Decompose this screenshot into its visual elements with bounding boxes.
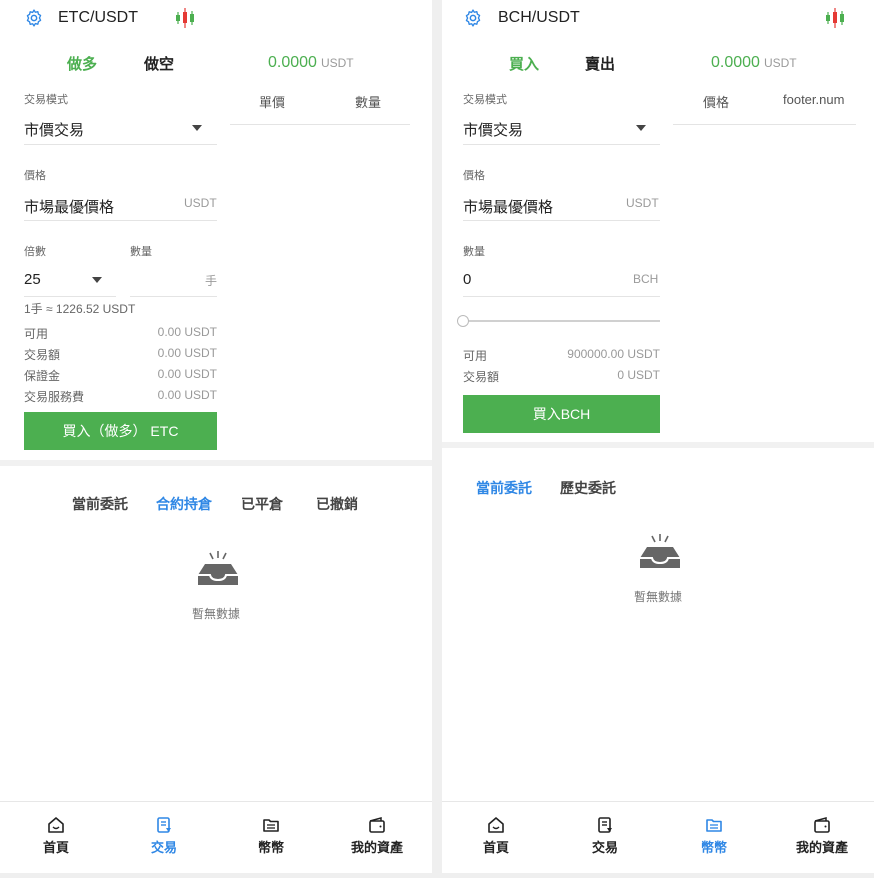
price-unit: USDT xyxy=(626,196,659,210)
book-header-qty: footer.num xyxy=(783,92,845,107)
exchange-folder-icon xyxy=(706,819,722,832)
price-input[interactable]: 市場最優價格 xyxy=(24,196,114,217)
tab-long[interactable]: 做多 xyxy=(67,53,97,74)
empty-inbox-icon xyxy=(198,551,238,585)
nav-label: 幣幣 xyxy=(257,840,284,855)
tab-short[interactable]: 做空 xyxy=(144,53,174,74)
price-label: 價格 xyxy=(24,170,46,182)
info-label: 保證金 xyxy=(24,369,61,383)
info-label: 交易服務費 xyxy=(24,390,85,404)
info-value: 0.00 USDT xyxy=(157,388,217,402)
home-icon xyxy=(48,817,64,833)
price-label: 價格 xyxy=(463,170,485,182)
tab-canceled[interactable]: 已撤銷 xyxy=(316,494,358,514)
info-label: 可用 xyxy=(463,349,488,363)
settings-gear-icon[interactable] xyxy=(463,8,483,28)
mode-label: 交易模式 xyxy=(463,94,507,106)
info-label: 可用 xyxy=(24,327,49,341)
info-list: 可用 0.00 USDT 交易額 0.00 USDT 保證金 0.00 USDT 交易… xyxy=(24,325,217,409)
nav-home[interactable]: 首頁 xyxy=(26,816,86,856)
info-value: 0.00 USDT xyxy=(157,346,217,360)
info-value: 0.00 USDT xyxy=(157,367,217,381)
info-label: 交易額 xyxy=(463,370,500,384)
leverage-select[interactable]: 25 xyxy=(24,262,116,296)
spot-trade-panel: BCH/USDT 買入 賣出 0.0000 USDT 價格 footer.num … xyxy=(442,0,874,873)
amount-slider-track[interactable] xyxy=(469,320,660,322)
info-value: 0 USDT xyxy=(617,368,660,382)
info-value: 900000.00 USDT xyxy=(567,347,660,361)
nav-label: 我的資產 xyxy=(350,840,403,855)
price-input[interactable]: 市場最優價格 xyxy=(463,196,553,217)
last-price: 0.0000 USDT xyxy=(268,54,354,72)
nav-label: 我的資產 xyxy=(795,840,848,855)
tab-buy[interactable]: 買入 xyxy=(509,53,539,74)
tab-current-orders[interactable]: 當前委託 xyxy=(476,478,532,498)
settings-gear-icon[interactable] xyxy=(24,8,44,28)
leverage-label: 倍數 xyxy=(24,246,46,258)
nav-trade[interactable]: 交易 xyxy=(134,816,194,856)
leverage-value: 25 xyxy=(24,271,41,288)
tab-closed[interactable]: 已平倉 xyxy=(241,494,283,514)
nav-spot[interactable]: 幣幣 xyxy=(684,816,744,856)
buy-long-button[interactable]: 買入（做多） ETC xyxy=(24,412,217,450)
last-price-unit: USDT xyxy=(763,56,797,70)
qty-input[interactable] xyxy=(130,262,200,296)
qty-unit: BCH xyxy=(633,272,659,286)
mode-select[interactable]: 市價交易 xyxy=(463,110,660,144)
last-price-value: 0.0000 xyxy=(711,54,760,71)
nav-assets[interactable]: 我的資產 xyxy=(347,816,407,856)
nav-home[interactable]: 首頁 xyxy=(466,816,526,856)
qty-label: 數量 xyxy=(463,246,485,258)
pair-title[interactable]: ETC/USDT xyxy=(58,9,138,27)
last-price: 0.0000 USDT xyxy=(711,54,797,72)
last-price-unit: USDT xyxy=(320,56,354,70)
empty-text: 暫無數據 xyxy=(192,607,241,621)
book-header-price: 價格 xyxy=(703,95,730,110)
book-header-price: 單價 xyxy=(259,95,286,110)
nav-label: 交易 xyxy=(591,840,618,855)
info-value: 0.00 USDT xyxy=(157,325,217,339)
home-icon xyxy=(488,817,504,833)
candlestick-chart-icon[interactable] xyxy=(175,7,195,29)
mode-value: 市價交易 xyxy=(24,122,85,139)
tab-order-history[interactable]: 歷史委託 xyxy=(560,478,616,498)
pair-title[interactable]: BCH/USDT xyxy=(498,9,580,27)
nav-trade[interactable]: 交易 xyxy=(575,816,635,856)
buy-button[interactable]: 買入BCH xyxy=(463,395,660,433)
chevron-down-icon xyxy=(92,277,102,283)
candlestick-chart-icon[interactable] xyxy=(825,7,845,29)
mode-label: 交易模式 xyxy=(24,94,68,106)
trade-document-icon xyxy=(598,817,612,833)
info-label: 交易額 xyxy=(24,348,61,362)
exchange-folder-icon xyxy=(263,819,279,832)
nav-label: 幣幣 xyxy=(700,840,727,855)
empty-inbox-icon xyxy=(640,534,680,568)
chevron-down-icon xyxy=(636,125,646,131)
qty-unit: 手 xyxy=(205,274,218,288)
qty-label: 數量 xyxy=(130,246,152,258)
qty-input[interactable]: 0 xyxy=(463,271,471,288)
nav-label: 交易 xyxy=(150,840,177,855)
nav-label: 首頁 xyxy=(42,840,69,855)
nav-assets[interactable]: 我的資產 xyxy=(792,816,852,856)
chevron-down-icon xyxy=(192,125,202,131)
wallet-icon xyxy=(369,817,385,833)
mode-select[interactable]: 市價交易 xyxy=(24,110,217,144)
nav-spot[interactable]: 幣幣 xyxy=(241,816,301,856)
info-list: 可用 900000.00 USDT 交易額 0 USDT xyxy=(463,347,660,387)
tab-current-orders[interactable]: 當前委託 xyxy=(72,494,128,514)
mode-value: 市價交易 xyxy=(463,122,524,139)
amount-slider-handle[interactable] xyxy=(457,315,469,327)
wallet-icon xyxy=(814,817,830,833)
contract-trade-panel: ETC/USDT 做多 做空 0.0000 USDT 單價 數量 交易模式 市價交… xyxy=(0,0,432,873)
empty-text: 暫無數據 xyxy=(634,590,683,604)
nav-label: 首頁 xyxy=(482,840,509,855)
last-price-value: 0.0000 xyxy=(268,54,317,71)
price-unit: USDT xyxy=(184,196,217,210)
lot-info: 1手 ≈ 1226.52 USDT xyxy=(24,302,136,316)
book-header-qty: 數量 xyxy=(355,95,382,110)
tab-sell[interactable]: 賣出 xyxy=(585,53,615,74)
trade-document-icon xyxy=(157,817,171,833)
tab-positions[interactable]: 合約持倉 xyxy=(156,494,212,514)
